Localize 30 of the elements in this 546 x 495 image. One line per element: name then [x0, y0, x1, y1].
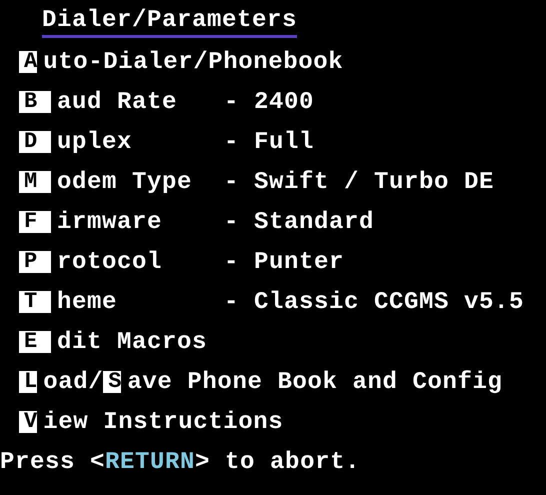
menu-label[interactable]: heme	[57, 288, 118, 316]
menu-label[interactable]: ave Phone Book and Config	[127, 368, 502, 396]
hotkey-label: D	[19, 131, 51, 153]
menu-label[interactable]: uto-Dialer/Phonebook	[43, 48, 344, 76]
hotkey-label: P	[19, 251, 51, 273]
menu-label[interactable]: odem Type	[57, 168, 192, 196]
hotkey-label: M	[19, 171, 51, 193]
menu-label[interactable]: rotocol	[57, 248, 162, 276]
hotkey-label: F	[19, 211, 51, 233]
hotkey-label: V	[19, 411, 38, 433]
menu-label[interactable]: uplex	[57, 128, 132, 156]
hotkey-label: A	[19, 51, 38, 73]
setting-value: - Swift / Turbo DE	[224, 168, 494, 196]
setting-value: - 2400	[224, 88, 314, 116]
hotkey-label: T	[19, 291, 51, 313]
setting-value: - Full	[224, 128, 314, 156]
menu-label[interactable]: dit Macros	[57, 328, 208, 356]
abort-hint: Press <RETURN> to abort.	[0, 448, 360, 476]
menu-title: Dialer/Parameters	[42, 6, 298, 38]
setting-value: - Punter	[224, 248, 344, 276]
menu-label[interactable]: aud Rate	[57, 88, 178, 116]
menu-label[interactable]: irmware	[57, 208, 162, 236]
hotkey-label: B	[19, 91, 51, 113]
menu-label[interactable]: oad/	[43, 368, 104, 396]
hotkey-label: L	[19, 371, 38, 393]
setting-value: - Classic CCGMS v5.5	[224, 288, 524, 316]
menu-label[interactable]: iew Instructions	[43, 408, 284, 436]
hotkey-label: E	[19, 331, 51, 353]
hotkey-label: S	[103, 371, 122, 393]
setting-value: - Standard	[224, 208, 374, 236]
